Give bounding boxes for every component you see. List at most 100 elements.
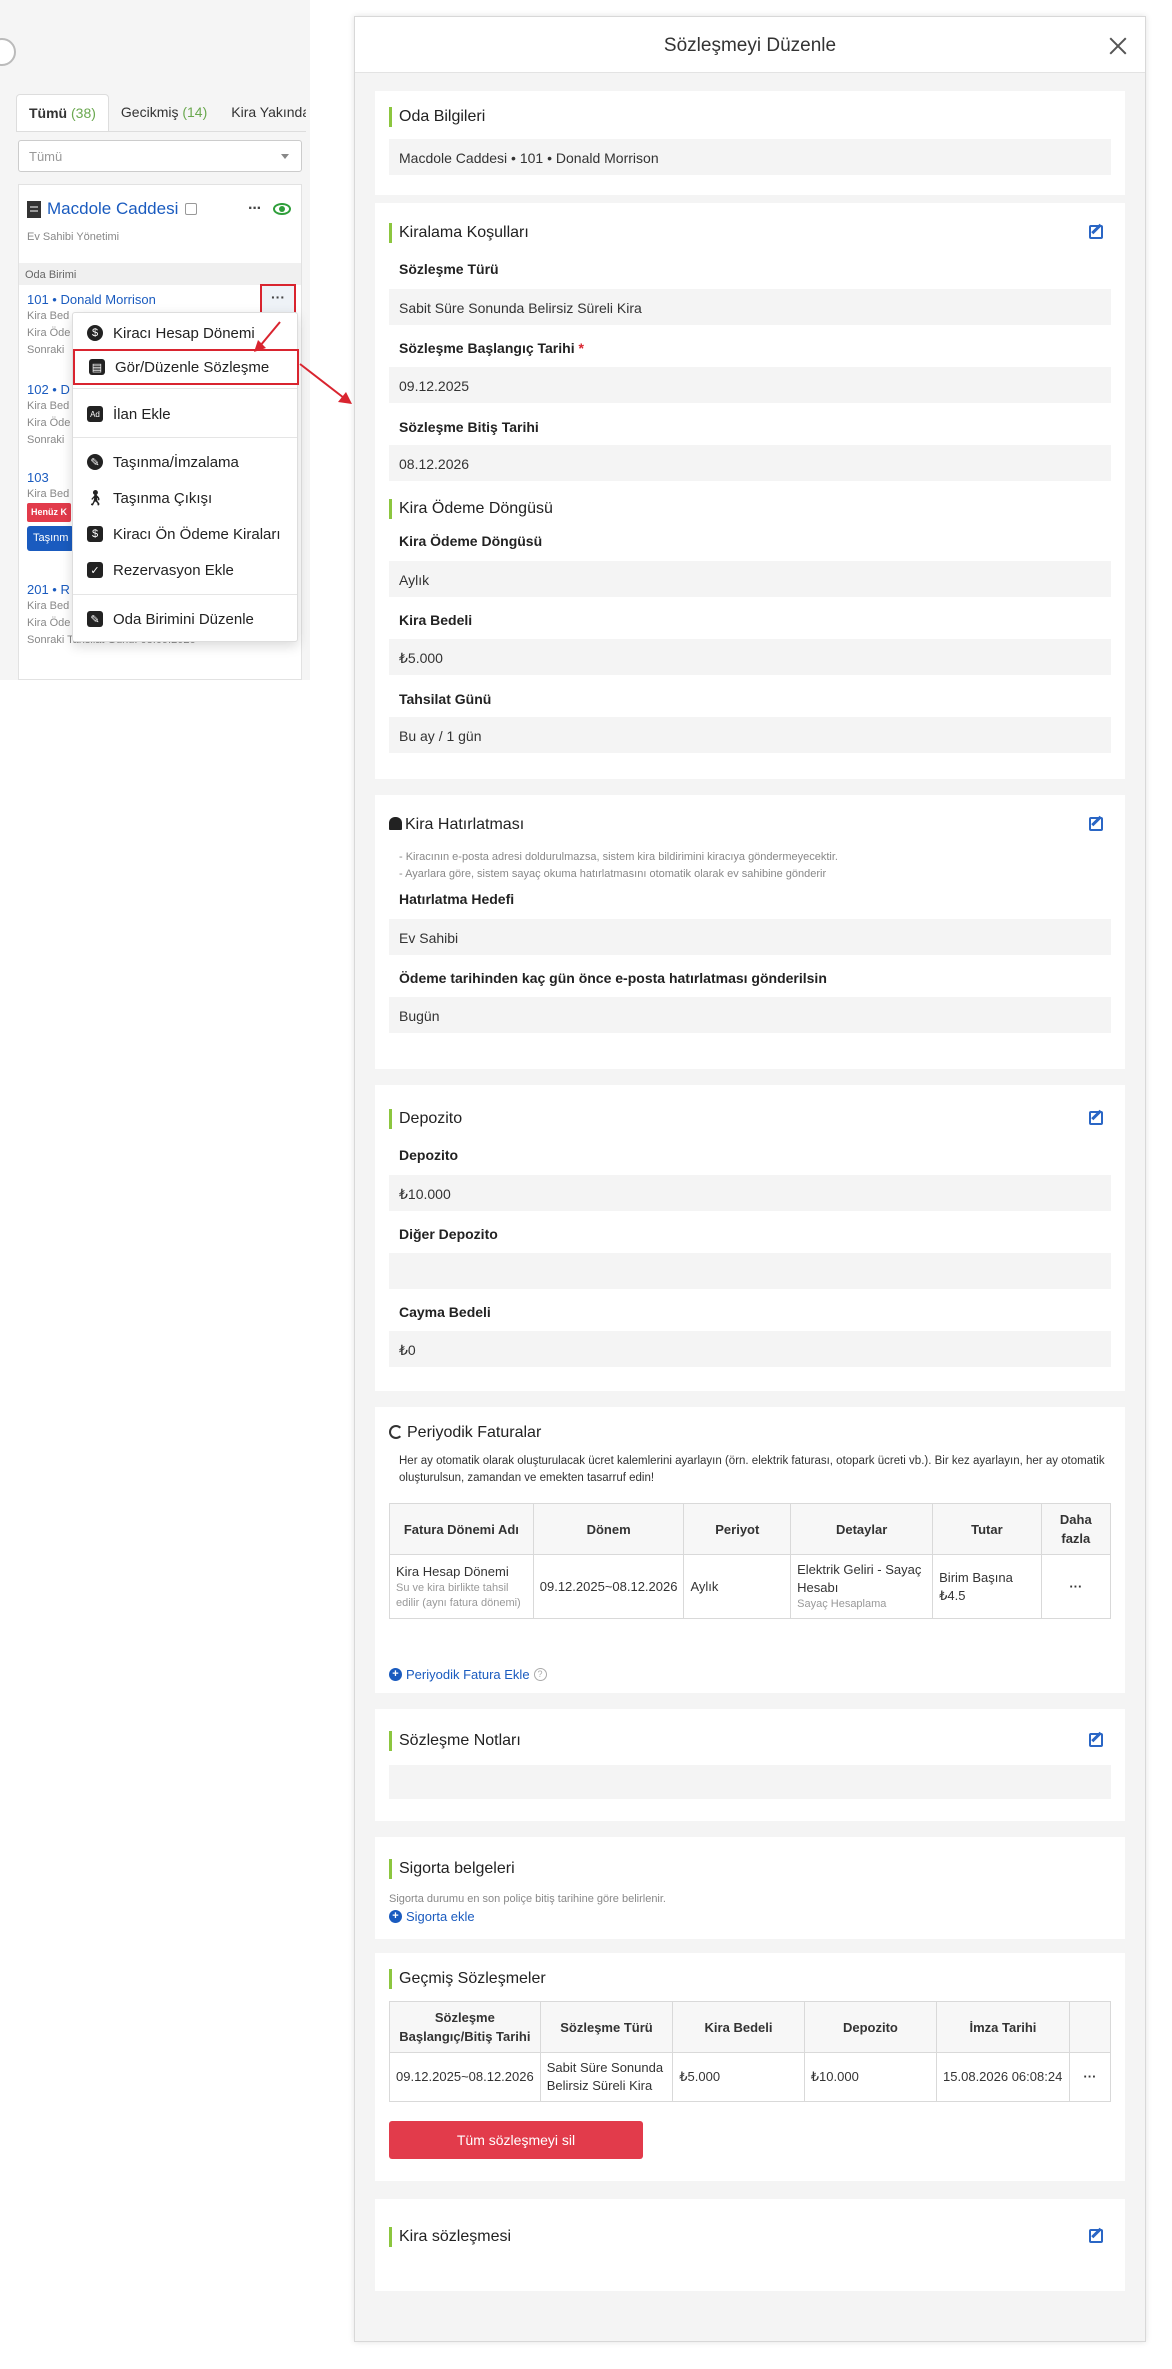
tab-overdue-count: (14) — [182, 104, 208, 120]
dollar-icon: $ — [87, 526, 103, 542]
plus-circle-icon: + — [389, 1910, 402, 1923]
modal-title: Sözleşmeyi Düzenle — [663, 35, 837, 56]
filter-select[interactable]: Tümü — [18, 140, 302, 172]
reminder-days-field[interactable]: Bugün — [389, 997, 1111, 1033]
add-insurance-label: Sigorta ekle — [406, 1909, 475, 1924]
menu-item-edit-unit[interactable]: ✎ Oda Birimini Düzenle — [73, 604, 297, 634]
ad-icon: Ad — [87, 406, 103, 422]
section-title: Kira Ödeme Döngüsü — [389, 499, 553, 519]
document-icon: ▤ — [89, 359, 105, 375]
bill-name-cell: Kira Hesap Dönemi Su ve kira birlikte ta… — [389, 1554, 534, 1619]
column-header: Fatura Dönemi Adı — [389, 1503, 534, 1555]
reminder-hint: - Kiracının e-posta adresi doldurulmazsa… — [399, 851, 838, 863]
tab-all-label: Tümü — [29, 105, 68, 121]
table-header-row: Sözleşme Başlangıç/Bitiş Tarihi Sözleşme… — [389, 2001, 1112, 2053]
unit-name[interactable]: 101 • Donald Morrison — [27, 291, 293, 308]
collection-day-field[interactable]: Bu ay / 1 gün — [389, 717, 1111, 753]
delete-all-contract-button[interactable]: Tüm sözleşmeyi sil — [389, 2121, 643, 2159]
menu-item-label: İlan Ekle — [113, 405, 171, 423]
contract-rent-cell: ₺5.000 — [672, 2052, 805, 2102]
more-icon[interactable]: ··· — [248, 201, 262, 217]
add-insurance-link[interactable]: + Sigorta ekle — [389, 1909, 475, 1924]
periodic-bills-table: Fatura Dönemi Adı Dönem Periyot Detaylar… — [389, 1503, 1112, 1619]
column-header: Tutar — [932, 1503, 1042, 1555]
column-header: Sözleşme Türü — [539, 2001, 674, 2053]
bill-details-sub: Sayaç Hesaplama — [797, 1598, 887, 1610]
walk-icon: 🚶︎ — [85, 490, 105, 507]
table-row: 09.12.2025~08.12.2026 Sabit Süre Sonunda… — [389, 2052, 1112, 2102]
periodic-bills-card: Periyodik Faturalar Her ay otomatik olar… — [375, 1407, 1125, 1693]
edit-contract-modal: Sözleşmeyi Düzenle Oda Bilgileri Macdole… — [354, 16, 1146, 2342]
reminder-target-field[interactable]: Ev Sahibi — [389, 919, 1111, 955]
menu-item-prepaid-rent[interactable]: $ Kiracı Ön Ödeme Kiraları — [73, 519, 297, 549]
bill-amount-cell: Birim Başına ₺4.5 — [932, 1554, 1042, 1619]
contract-type-field[interactable]: Sabit Süre Sonunda Belirsiz Süreli Kira — [389, 289, 1111, 325]
end-date-field[interactable]: 08.12.2026 — [389, 445, 1111, 481]
property-actions: ··· — [248, 201, 291, 217]
close-icon[interactable] — [1109, 37, 1127, 55]
deposit-field[interactable]: ₺10.000 — [389, 1175, 1111, 1211]
add-periodic-bill-link[interactable]: + Periyodik Fatura Ekle ? — [389, 1667, 547, 1682]
back-circle-icon — [0, 38, 16, 66]
start-date-field[interactable]: 09.12.2025 — [389, 367, 1111, 403]
tab-all-count: (38) — [71, 105, 96, 121]
column-header: Daha fazla — [1040, 1503, 1112, 1555]
eye-icon[interactable] — [273, 203, 291, 215]
tab-rent-soon[interactable]: Kira Yakında — [219, 94, 306, 131]
property-header: Macdole Caddesi — [27, 199, 198, 219]
edit-icon[interactable] — [1089, 817, 1103, 831]
edit-icon[interactable] — [1089, 225, 1103, 239]
edit-icon[interactable] — [1089, 1733, 1103, 1747]
property-list-panel: Tümü (38) Gecikmiş (14) Kira Yakında Tüm… — [0, 0, 310, 680]
unit-action-menu: $ Kiracı Hesap Dönemi ▤ Gör/Düzenle Sözl… — [72, 312, 299, 642]
dollar-icon: $ — [87, 325, 103, 341]
menu-divider — [73, 594, 297, 595]
row-more-button[interactable]: ··· — [1068, 2052, 1112, 2102]
reminder-target-label: Hatırlatma Hedefi — [399, 891, 515, 907]
property-subtitle: Ev Sahibi Yönetimi — [27, 231, 120, 243]
contract-notes-field[interactable] — [389, 1765, 1111, 1799]
section-title: Sözleşme Notları — [389, 1731, 521, 1751]
arrow-annotation-icon — [299, 363, 352, 404]
rent-amount-field[interactable]: ₺5.000 — [389, 639, 1111, 675]
menu-item-move-out[interactable]: 🚶︎ Taşınma Çıkışı — [73, 483, 297, 513]
filter-tabs: Tümü (38) Gecikmiş (14) Kira Yakında — [16, 94, 306, 132]
past-contracts-card: Geçmiş Sözleşmeler Sözleşme Başlangıç/Bi… — [375, 1953, 1125, 2181]
edit-icon[interactable] — [1089, 2229, 1103, 2243]
room-info-field: Macdole Caddesi • 101 • Donald Morrison — [389, 139, 1111, 175]
menu-item-move-in-sign[interactable]: ✎ Taşınma/İmzalama — [73, 447, 297, 477]
edit-icon[interactable] — [1089, 1111, 1103, 1125]
add-periodic-bill-label: Periyodik Fatura Ekle — [406, 1667, 530, 1682]
row-more-button[interactable]: ··· — [1040, 1554, 1112, 1619]
other-deposit-field[interactable] — [389, 1253, 1111, 1289]
section-title: Geçmiş Sözleşmeler — [389, 1969, 546, 1989]
tab-all[interactable]: Tümü (38) — [16, 94, 109, 131]
payment-cycle-label: Kira Ödeme Döngüsü — [399, 533, 543, 549]
move-in-button[interactable]: Taşınm — [27, 526, 75, 551]
contract-type-label: Sözleşme Türü — [399, 261, 499, 277]
menu-divider — [73, 388, 297, 389]
column-header: İmza Tarihi — [936, 2001, 1070, 2053]
contract-deposit-cell: ₺10.000 — [803, 2052, 938, 2102]
building-icon — [27, 200, 41, 218]
bill-details-cell: Elektrik Geliri - Sayaç Hesabı Sayaç Hes… — [790, 1554, 934, 1619]
edit-property-icon[interactable] — [185, 203, 198, 215]
deposit-card: Depozito Depozito ₺10.000 Diğer Depozito… — [375, 1085, 1125, 1391]
menu-item-label: Rezervasyon Ekle — [113, 561, 234, 579]
payment-cycle-field[interactable]: Aylık — [389, 561, 1111, 597]
menu-item-add-listing[interactable]: Ad İlan Ekle — [73, 399, 297, 429]
penalty-field[interactable]: ₺0 — [389, 1331, 1111, 1367]
section-title: Kira sözleşmesi — [389, 2227, 511, 2247]
unit-more-button[interactable]: ··· — [260, 284, 296, 314]
menu-item-label: Oda Birimini Düzenle — [113, 610, 254, 628]
property-name[interactable]: Macdole Caddesi — [47, 199, 178, 219]
bell-icon — [389, 817, 402, 830]
section-title: Depozito — [389, 1109, 462, 1129]
menu-item-add-reservation[interactable]: ✓ Rezervasyon Ekle — [73, 555, 297, 585]
tab-overdue[interactable]: Gecikmiş (14) — [109, 94, 219, 131]
help-icon[interactable]: ? — [533, 1668, 547, 1681]
menu-item-label: Kiracı Hesap Dönemi — [113, 324, 255, 342]
reminder-card: Kira Hatırlatması - Kiracının e-posta ad… — [375, 795, 1125, 1069]
reminder-hint: - Ayarlara göre, sistem sayaç okuma hatı… — [399, 868, 827, 880]
lease-document-card: Kira sözleşmesi — [375, 2199, 1125, 2291]
